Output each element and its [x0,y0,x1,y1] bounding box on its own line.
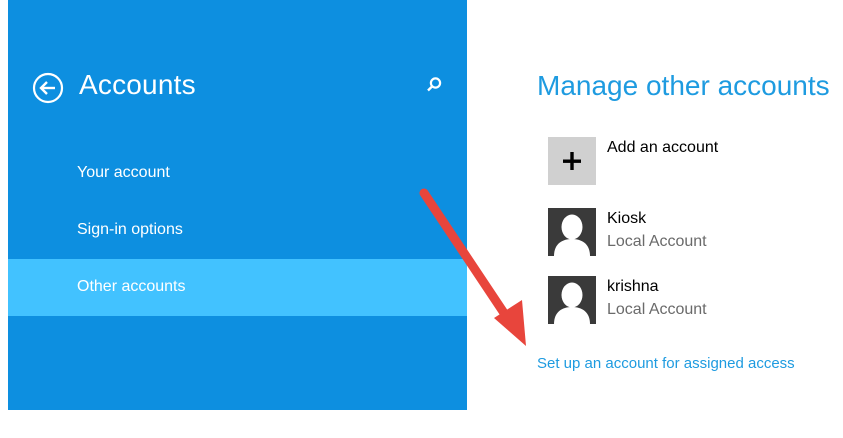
search-icon[interactable] [425,76,443,94]
back-arrow-icon[interactable] [32,72,64,104]
nav-item-your-account[interactable]: Your account [8,145,467,202]
account-type: Local Account [607,233,707,250]
add-account-button[interactable]: Add an account [548,137,838,187]
sidebar-title: Accounts [79,69,196,100]
plus-icon [563,152,581,170]
accounts-sidebar: Accounts Your account Sign-in options Ot… [8,0,467,410]
nav-item-label: Your account [77,164,170,181]
account-name: krishna [607,278,659,295]
account-type: Local Account [607,301,707,318]
add-account-label: Add an account [607,139,719,156]
account-item-kiosk[interactable]: Kiosk Local Account [548,208,838,258]
nav-item-sign-in-options[interactable]: Sign-in options [8,202,467,259]
page-title: Manage other accounts [537,70,830,101]
sidebar-header: Accounts [8,66,467,112]
account-name: Kiosk [607,210,647,227]
nav-item-label: Sign-in options [77,221,183,238]
account-item-krishna[interactable]: krishna Local Account [548,276,838,326]
add-account-tile [548,137,596,185]
user-avatar-icon [548,208,596,256]
nav-item-label: Other accounts [77,278,186,295]
assigned-access-link[interactable]: Set up an account for assigned access [537,355,795,372]
user-avatar-icon [548,276,596,324]
nav-item-other-accounts[interactable]: Other accounts [8,259,467,316]
